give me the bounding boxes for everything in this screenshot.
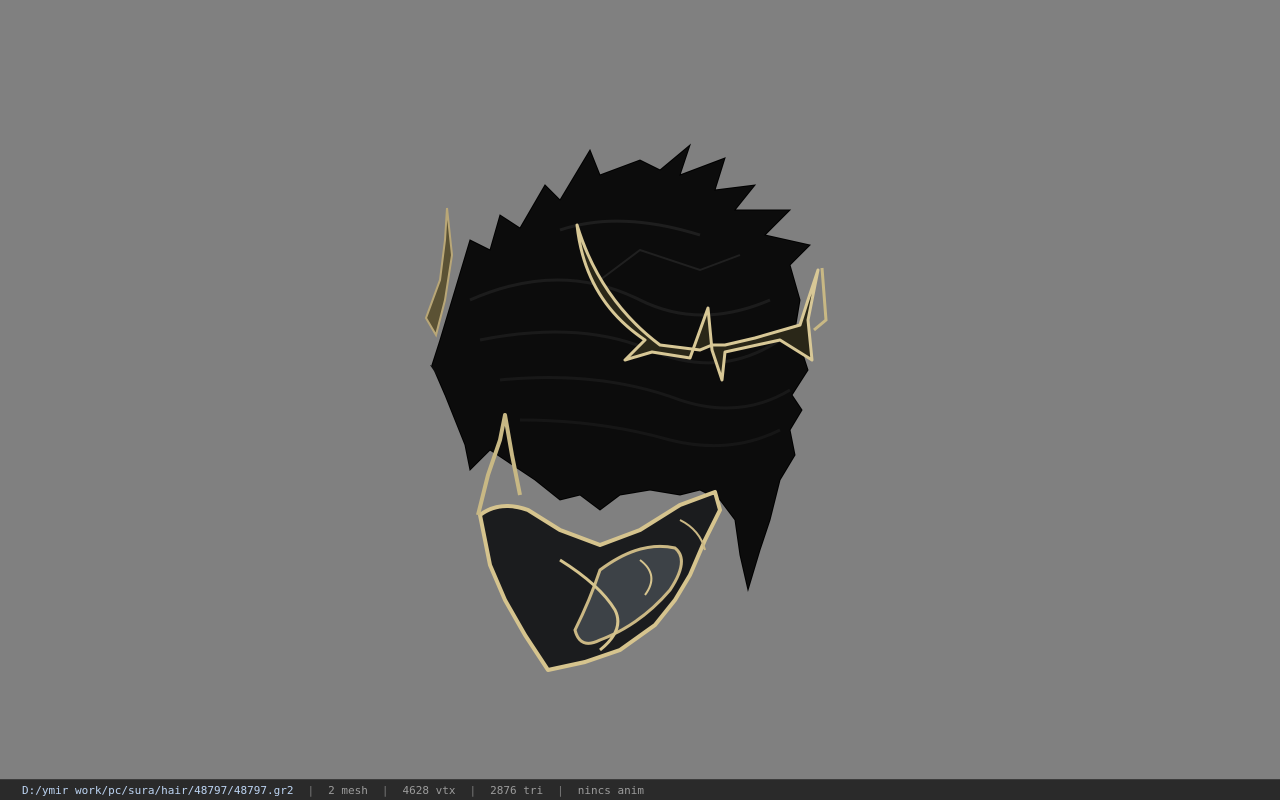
model-render xyxy=(424,143,828,672)
animation-status-label: nincs anim xyxy=(577,783,644,797)
vertex-count-label: 4628 vtx xyxy=(402,783,456,797)
status-separator: | xyxy=(469,783,477,797)
status-separator: | xyxy=(557,783,564,797)
status-bar: D:/ymir work/pc/sura/hair/48797/48797.gr… xyxy=(0,779,1280,800)
file-path-label: D:/ymir work/pc/sura/hair/48797/48797.gr… xyxy=(22,783,294,797)
status-separator: | xyxy=(381,783,389,797)
triangle-count-label: 2876 tri xyxy=(490,783,544,797)
mesh-count-label: 2 mesh xyxy=(328,783,368,797)
model-viewport[interactable] xyxy=(0,0,1280,779)
status-separator: | xyxy=(307,783,315,797)
